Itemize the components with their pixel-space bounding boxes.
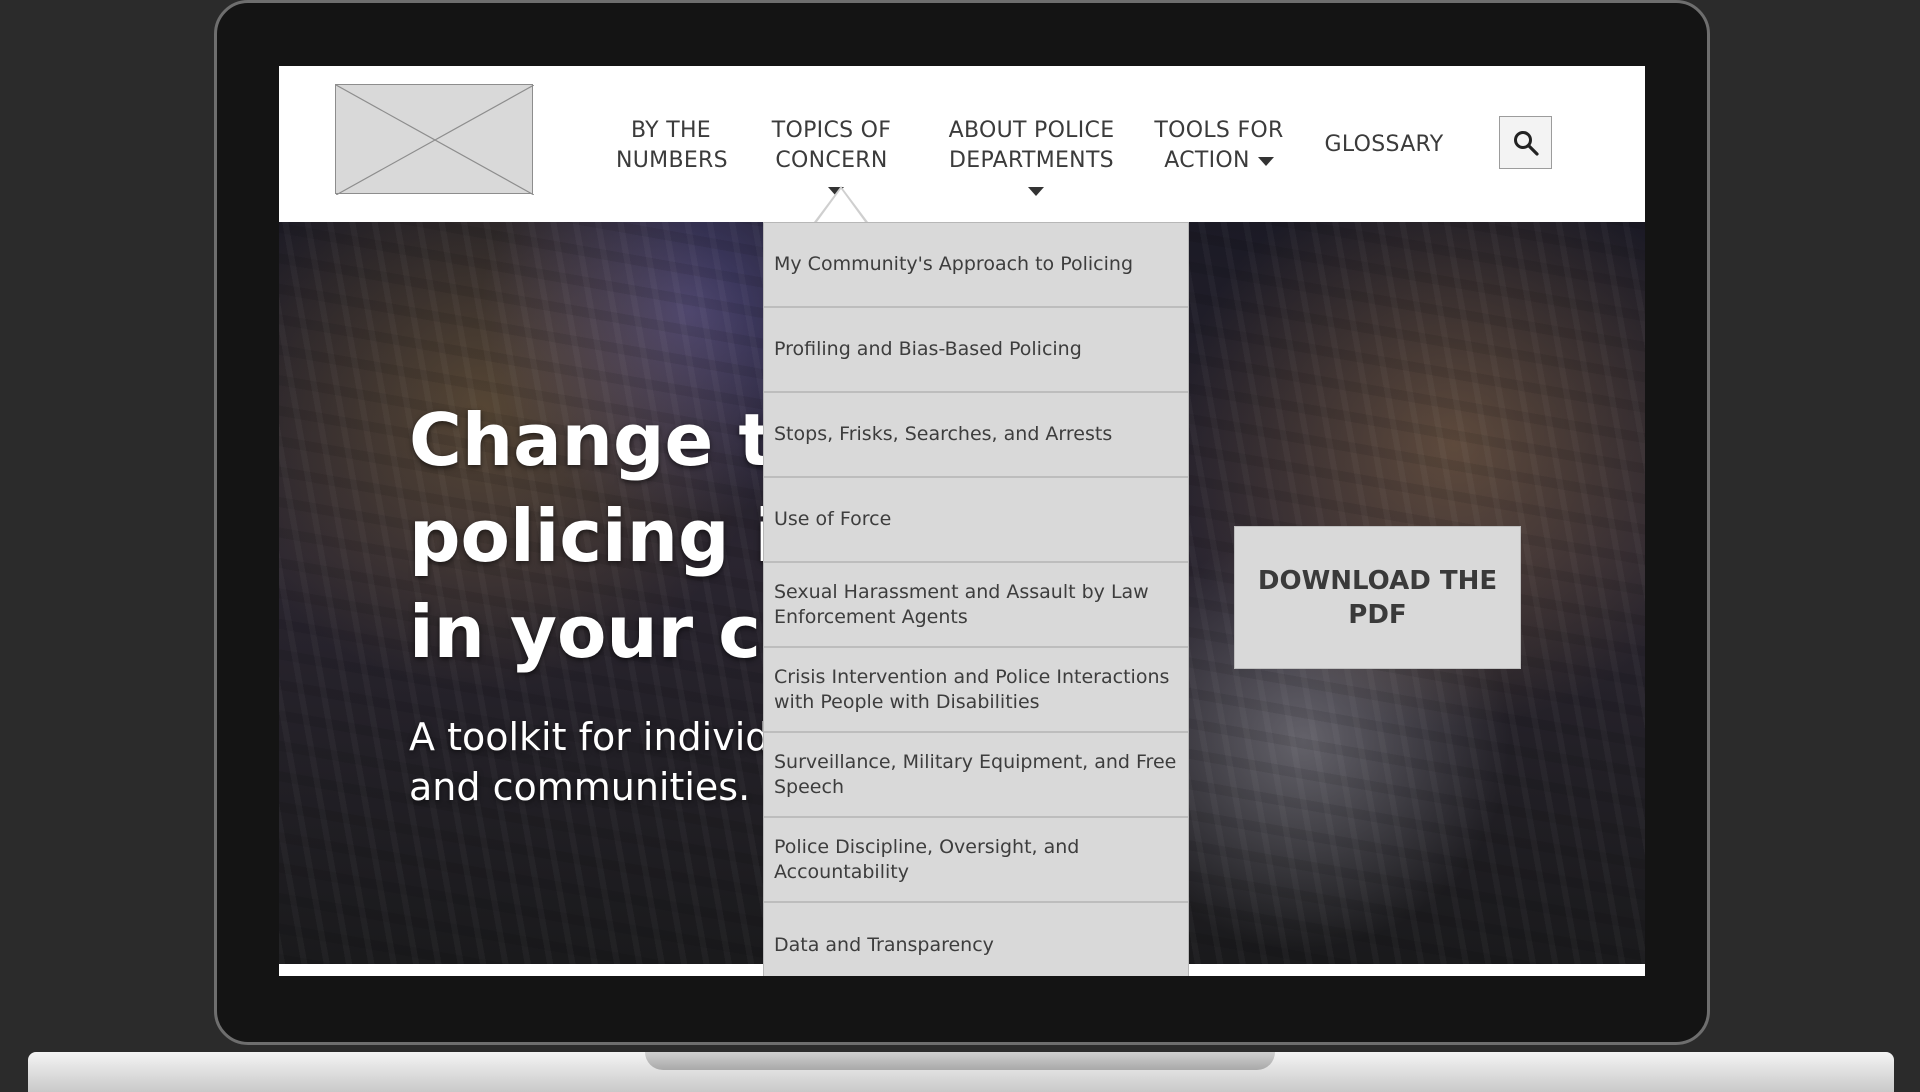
- download-pdf-button[interactable]: DOWNLOAD THE PDF: [1234, 526, 1521, 669]
- dropdown-item-sexual-harassment[interactable]: Sexual Harassment and Assault by Law Enf…: [764, 563, 1188, 648]
- dropdown-item-profiling[interactable]: Profiling and Bias-Based Policing: [764, 308, 1188, 393]
- laptop-notch: [645, 1052, 1275, 1070]
- topics-dropdown-menu: My Community's Approach to Policing Prof…: [763, 222, 1189, 976]
- dropdown-item-community-approach[interactable]: My Community's Approach to Policing: [764, 223, 1188, 308]
- placeholder-image-icon: [336, 85, 534, 195]
- dropdown-item-stops-frisks[interactable]: Stops, Frisks, Searches, and Arrests: [764, 393, 1188, 478]
- nav-about-police-departments[interactable]: ABOUT POLICE DEPARTMENTS: [939, 116, 1124, 206]
- dropdown-item-surveillance[interactable]: Surveillance, Military Equipment, and Fr…: [764, 733, 1188, 818]
- nav-label-line1: GLOSSARY: [1324, 132, 1444, 157]
- caret-down-icon: [1027, 186, 1044, 196]
- nav-glossary[interactable]: GLOSSARY: [1319, 130, 1449, 160]
- nav-label-line1: ABOUT POLICE: [948, 118, 1115, 143]
- nav-label-line1: TOPICS OF: [771, 118, 892, 143]
- nav-label-line2: ACTION: [1164, 148, 1250, 173]
- logo-placeholder[interactable]: [335, 84, 534, 195]
- dropdown-pointer-inner: [817, 189, 865, 222]
- nav-label-line2: CONCERN: [775, 148, 888, 173]
- search-icon: [1514, 131, 1539, 156]
- dropdown-item-data-transparency[interactable]: Data and Transparency: [764, 903, 1188, 976]
- search-button[interactable]: [1499, 116, 1552, 169]
- browser-screen: BY THE NUMBERS TOPICS OF CONCERN ABOUT P…: [279, 66, 1645, 976]
- nav-tools-for-action[interactable]: TOOLS FOR ACTION: [1149, 116, 1289, 176]
- download-pdf-label: DOWNLOAD THE PDF: [1257, 565, 1498, 630]
- nav-by-the-numbers[interactable]: BY THE NUMBERS: [616, 116, 728, 176]
- nav-label-line1: TOOLS FOR: [1154, 118, 1284, 143]
- nav-label-line2: DEPARTMENTS: [949, 148, 1114, 173]
- dropdown-item-crisis-intervention[interactable]: Crisis Intervention and Police Interacti…: [764, 648, 1188, 733]
- caret-down-icon: [1257, 156, 1274, 166]
- dropdown-item-police-discipline[interactable]: Police Discipline, Oversight, and Accoun…: [764, 818, 1188, 903]
- site-header: BY THE NUMBERS TOPICS OF CONCERN ABOUT P…: [279, 66, 1645, 224]
- dropdown-item-use-of-force[interactable]: Use of Force: [764, 478, 1188, 563]
- nav-label-line1: BY THE: [630, 118, 711, 143]
- nav-label-line2: NUMBERS: [616, 148, 728, 173]
